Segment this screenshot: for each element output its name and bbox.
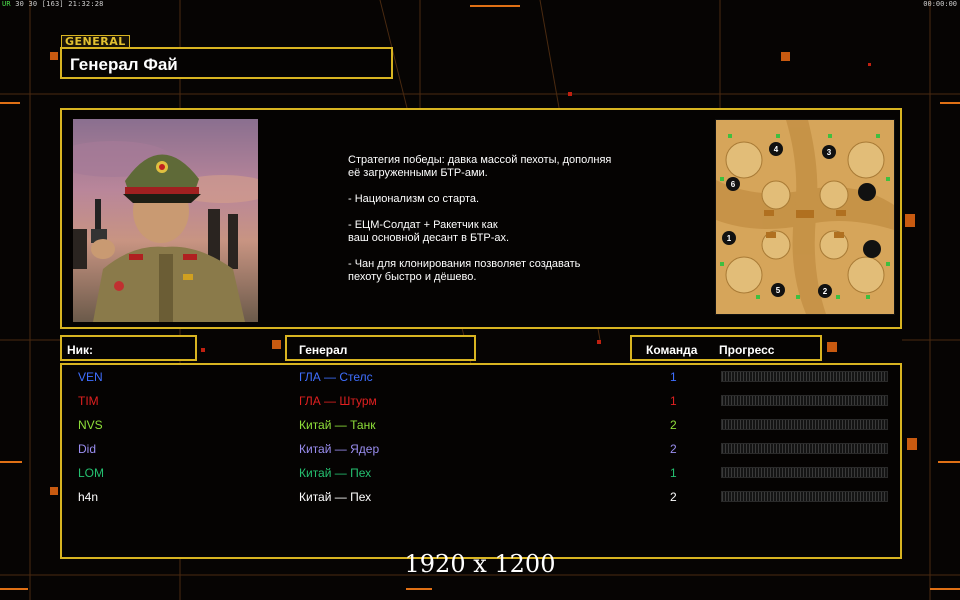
game-timer: 00:00:00	[923, 0, 957, 8]
header-team-progress-box: Команда Прогресс	[630, 335, 822, 361]
player-general: Китай — Ядер	[299, 442, 380, 456]
header-team: Команда	[646, 343, 698, 357]
header-general-box: Генерал	[285, 335, 476, 361]
player-row: LOM Китай — Пех 1	[62, 463, 900, 487]
player-progress-bar	[721, 395, 888, 406]
general-portrait	[73, 119, 258, 322]
spawn-label: 5	[776, 286, 781, 295]
player-progress-bar	[721, 443, 888, 454]
header-general: Генерал	[299, 343, 348, 357]
player-general: ГЛА — Штурм	[299, 394, 377, 408]
player-team: 1	[670, 466, 677, 480]
description-line: Стратегия победы: давка массой пехоты, д…	[348, 154, 612, 179]
header-nick: Ник:	[67, 343, 94, 357]
strategy-description: Стратегия победы: давка массой пехоты, д…	[348, 154, 658, 297]
player-progress-bar	[721, 491, 888, 502]
player-row: NVS Китай — Танк 2	[62, 415, 900, 439]
players-list: VEN ГЛА — Стелс 1 TIM ГЛА — Штурм 1 NVS …	[60, 363, 902, 559]
header-nick-box: Ник:	[60, 335, 197, 361]
map-preview: 1 2 3 4 5 6	[715, 119, 895, 315]
fps-label: UR	[2, 0, 11, 8]
player-row: Did Китай — Ядер 2	[62, 439, 900, 463]
player-progress-bar	[721, 419, 888, 430]
player-nick: h4n	[78, 490, 99, 504]
player-team: 2	[670, 442, 677, 456]
general-name: Генерал Фай	[70, 55, 178, 74]
player-nick: VEN	[78, 370, 103, 384]
fps-values: 30 30	[15, 0, 38, 8]
player-general: Китай — Танк	[299, 418, 376, 432]
player-team: 2	[670, 490, 677, 504]
player-progress-bar	[721, 467, 888, 478]
player-general: Китай — Пех	[299, 490, 372, 504]
clock: 21:32:28	[68, 0, 104, 8]
player-general: ГЛА — Стелс	[299, 370, 373, 384]
general-title-box: Генерал Фай	[60, 47, 393, 79]
header-progress: Прогресс	[719, 343, 775, 357]
description-line: - Национализм со старта.	[348, 193, 480, 205]
spawn-label: 6	[731, 180, 736, 189]
player-general: Китай — Пех	[299, 466, 372, 480]
fps-extra: [163]	[41, 0, 64, 8]
player-team: 1	[670, 394, 677, 408]
resolution-label: 1920 x 1200	[404, 550, 556, 578]
player-team: 2	[670, 418, 677, 432]
player-team: 1	[670, 370, 677, 384]
player-nick: TIM	[78, 394, 99, 408]
player-progress-bar	[721, 371, 888, 382]
spawn-label: 3	[827, 148, 832, 157]
fps-counter: UR 30 30 [163] 21:32:28	[2, 0, 104, 8]
player-row: h4n Китай — Пех 2	[62, 487, 900, 511]
player-nick: Did	[78, 442, 97, 456]
spawn-label: 4	[774, 145, 779, 154]
player-row: TIM ГЛА — Штурм 1	[62, 391, 900, 415]
description-line: - ЕЦМ-Солдат + Ракетчик как ваш основной…	[348, 219, 510, 244]
player-nick: NVS	[78, 418, 103, 432]
description-line: - Чан для клонирования позволяет создава…	[348, 258, 581, 283]
spawn-label: 1	[727, 234, 732, 243]
spawn-label: 2	[823, 287, 828, 296]
general-info-panel: Стратегия победы: давка массой пехоты, д…	[60, 108, 902, 329]
player-nick: LOM	[78, 466, 105, 480]
player-row: VEN ГЛА — Стелс 1	[62, 367, 900, 391]
